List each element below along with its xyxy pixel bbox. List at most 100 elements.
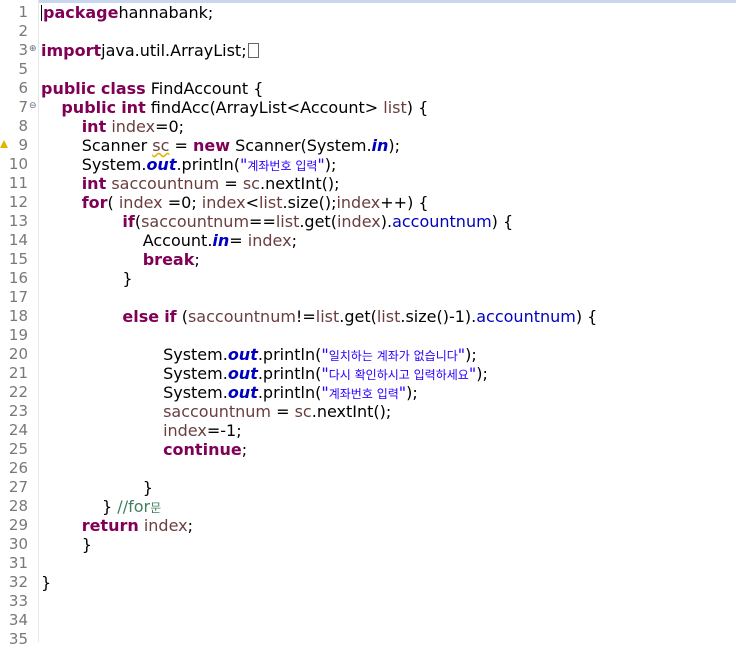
code-token: ) { bbox=[491, 212, 514, 231]
code-line[interactable]: 32} bbox=[0, 573, 736, 592]
line-number: 35 bbox=[8, 630, 28, 648]
code-line[interactable]: 11 int saccountnum = sc.nextInt(); bbox=[0, 174, 736, 193]
code-token: .println( bbox=[176, 155, 240, 174]
code-line[interactable]: 30 } bbox=[0, 535, 736, 554]
code-line[interactable]: 13 if(saccountnum==list.get(index).accou… bbox=[0, 212, 736, 231]
code-token: hannabank; bbox=[118, 3, 214, 22]
code-token: 문 bbox=[150, 501, 162, 515]
code-line[interactable]: 31 bbox=[0, 554, 736, 573]
code-text[interactable]: packagehannabank; bbox=[41, 3, 213, 22]
code-text[interactable]: } bbox=[41, 269, 133, 288]
code-token: .size(); bbox=[282, 193, 337, 212]
text-cursor bbox=[41, 5, 42, 21]
code-line[interactable]: 15 break; bbox=[0, 250, 736, 269]
code-line[interactable]: 29 return index; bbox=[0, 516, 736, 535]
code-token: " bbox=[321, 383, 329, 402]
code-line[interactable]: 22 System.out.println("계좌번호 입력"); bbox=[0, 383, 736, 402]
code-line[interactable]: 5 bbox=[0, 60, 736, 79]
code-line[interactable]: 33 bbox=[0, 592, 736, 611]
code-text[interactable]: } bbox=[41, 573, 51, 592]
expand-fold-icon[interactable]: ⊕ bbox=[29, 45, 37, 54]
code-line[interactable]: 9 Scanner sc = new Scanner(System.in); bbox=[0, 136, 736, 155]
code-line[interactable]: 6 public class FindAccount { bbox=[0, 79, 736, 98]
code-line[interactable]: 27 } bbox=[0, 478, 736, 497]
code-token: } bbox=[41, 269, 133, 288]
code-line[interactable]: 8 int index=0; bbox=[0, 117, 736, 136]
code-token: import bbox=[41, 41, 102, 60]
code-text[interactable]: continue; bbox=[41, 440, 247, 459]
code-token: =0; bbox=[162, 193, 202, 212]
line-number: 13 bbox=[8, 212, 28, 230]
code-text[interactable]: System.out.println("일치하는 계좌가 없습니다"); bbox=[41, 345, 477, 366]
code-line[interactable]: 14 Account.in= index; bbox=[0, 231, 736, 250]
line-number: 16 bbox=[8, 269, 28, 287]
code-line[interactable]: 1 packagehannabank; bbox=[0, 3, 736, 22]
code-token: //for bbox=[117, 497, 151, 516]
code-token: .println( bbox=[257, 345, 322, 364]
code-text[interactable]: break; bbox=[41, 250, 200, 269]
code-line[interactable]: 35 bbox=[0, 630, 736, 649]
line-number: 3 bbox=[18, 41, 28, 59]
code-token: package bbox=[43, 3, 119, 22]
code-line[interactable]: 17 bbox=[0, 288, 736, 307]
code-text[interactable]: int saccountnum = sc.nextInt(); bbox=[41, 174, 340, 193]
code-text[interactable]: public class FindAccount { bbox=[41, 79, 263, 98]
code-line[interactable]: 12 for( index =0; index<list.size();inde… bbox=[0, 193, 736, 212]
code-line[interactable]: 7 ⊖ public int findAcc(ArrayList<Account>… bbox=[0, 98, 736, 117]
code-text[interactable]: saccountnum = sc.nextInt(); bbox=[41, 402, 391, 421]
warning-icon[interactable] bbox=[0, 140, 8, 148]
folded-code-icon[interactable] bbox=[247, 43, 259, 58]
code-text[interactable]: } bbox=[41, 478, 153, 497]
code-token: saccountnum bbox=[187, 307, 296, 326]
code-token: saccountnum bbox=[141, 212, 250, 231]
code-token: for bbox=[81, 193, 108, 212]
code-text[interactable]: } //for문 bbox=[41, 497, 161, 518]
code-token: return bbox=[81, 516, 139, 535]
code-text[interactable]: System.out.println("다시 확인하시고 입력하세요"); bbox=[41, 364, 488, 385]
line-number: 8 bbox=[18, 117, 28, 135]
code-text[interactable]: Account.in= index; bbox=[41, 231, 297, 250]
code-token: in bbox=[371, 136, 389, 155]
code-text[interactable]: } bbox=[41, 535, 92, 554]
code-line[interactable]: 19 bbox=[0, 326, 736, 345]
code-text[interactable]: Scanner sc = new Scanner(System.in); bbox=[41, 136, 400, 155]
code-line[interactable]: 18 else if (saccountnum!=list.get(list.s… bbox=[0, 307, 736, 326]
code-line[interactable]: 2 bbox=[0, 22, 736, 41]
code-text[interactable]: public int findAcc(ArrayList<Account> li… bbox=[41, 98, 428, 117]
code-text[interactable]: System.out.println("계좌번호 입력"); bbox=[41, 383, 418, 404]
code-text[interactable]: for( index =0; index<list.size();index++… bbox=[41, 193, 429, 212]
code-line[interactable]: 26 bbox=[0, 459, 736, 478]
code-token: ( bbox=[107, 193, 119, 212]
code-line[interactable]: 16 } bbox=[0, 269, 736, 288]
line-number: 31 bbox=[8, 554, 28, 572]
code-line[interactable]: 28 } //for문 bbox=[0, 497, 736, 516]
code-token: == bbox=[249, 212, 276, 231]
code-line[interactable]: 20 System.out.println("일치하는 계좌가 없습니다"); bbox=[0, 345, 736, 364]
code-line[interactable]: 23 saccountnum = sc.nextInt(); bbox=[0, 402, 736, 421]
code-text[interactable]: if(saccountnum==list.get(index).accountn… bbox=[41, 212, 513, 231]
code-text[interactable]: else if (saccountnum!=list.get(list.size… bbox=[41, 307, 597, 326]
code-editor[interactable]: 1 packagehannabank; 2 3 ⊕ importjava.util.Arr… bbox=[0, 3, 736, 649]
code-text[interactable]: index=-1; bbox=[41, 421, 242, 440]
code-token: if bbox=[164, 307, 177, 326]
code-text[interactable]: System.out.println("계좌번호 입력"); bbox=[41, 155, 337, 176]
code-token: ; bbox=[291, 231, 297, 250]
code-line[interactable]: 25 continue; bbox=[0, 440, 736, 459]
code-line[interactable]: 34 bbox=[0, 611, 736, 630]
code-line[interactable]: 24 index=-1; bbox=[0, 421, 736, 440]
code-text[interactable]: importjava.util.ArrayList; bbox=[41, 41, 259, 60]
code-text[interactable]: int index=0; bbox=[41, 117, 184, 136]
code-line[interactable]: 21 System.out.println("다시 확인하시고 입력하세요"); bbox=[0, 364, 736, 383]
code-text[interactable]: return index; bbox=[41, 516, 193, 535]
code-token: } bbox=[41, 497, 118, 516]
code-line[interactable]: 3 ⊕ importjava.util.ArrayList; bbox=[0, 41, 736, 60]
collapse-fold-icon[interactable]: ⊖ bbox=[29, 102, 37, 111]
code-line[interactable]: 10 System.out.println("계좌번호 입력"); bbox=[0, 155, 736, 174]
